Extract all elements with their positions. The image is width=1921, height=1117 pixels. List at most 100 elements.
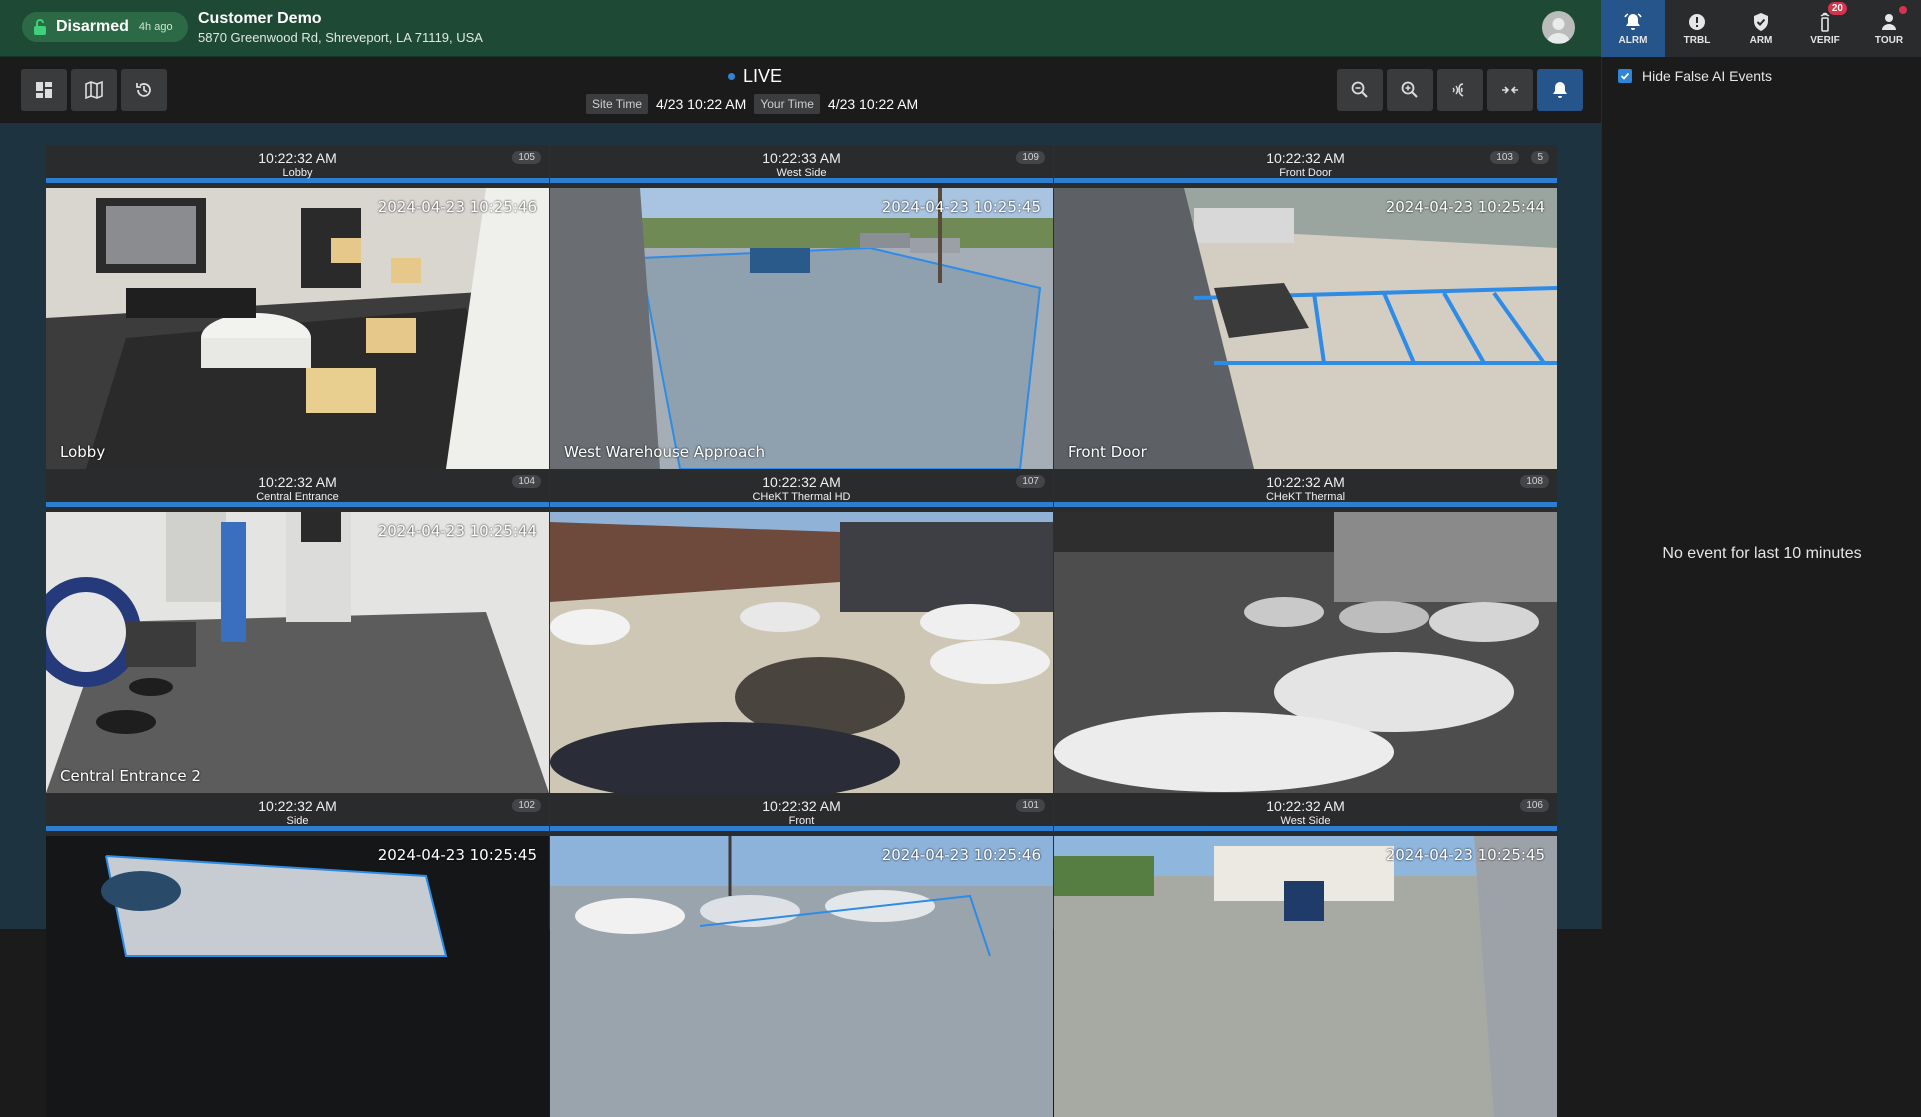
west-side-feed-image <box>1054 836 1557 1117</box>
camera-number: 106 <box>1520 799 1549 812</box>
camera-overlay-label: West Warehouse Approach <box>564 443 766 461</box>
camera-header: 10:22:32 AM Front Door 103 5 <box>1054 145 1557 183</box>
tab-verify[interactable]: VERIF 20 <box>1793 0 1857 57</box>
arm-status-pill[interactable]: Disarmed 4h ago <box>22 12 188 42</box>
grid-layout-button[interactable] <box>21 69 67 111</box>
camera-name: Front <box>788 815 815 827</box>
lobby-feed-image <box>46 188 549 469</box>
site-address: 5870 Greenwood Rd, Shreveport, LA 71119,… <box>198 30 483 45</box>
talk-down-button[interactable] <box>1437 69 1483 111</box>
site-time-label: Site Time <box>586 94 649 114</box>
hide-false-ai-label: Hide False AI Events <box>1642 68 1772 84</box>
camera-header: 10:22:32 AM CHeKT Thermal 108 <box>1054 469 1557 507</box>
camera-feed[interactable]: 2024-04-23 10:25:45 West Warehouse Appro… <box>550 188 1053 469</box>
camera-tile[interactable]: 10:22:32 AM CHeKT Thermal HD 107 <box>550 469 1053 793</box>
tab-alarm[interactable]: ALRM <box>1601 0 1665 57</box>
camera-timestamp: 2024-04-23 10:25:45 <box>881 198 1041 216</box>
camera-tile[interactable]: 10:22:32 AM Lobby 105 2024-04-23 10:25:4… <box>46 145 549 469</box>
history-icon <box>136 83 151 97</box>
shield-check-icon <box>1754 12 1768 31</box>
verify-count-badge: 20 <box>1827 2 1847 15</box>
camera-name: Lobby <box>282 167 313 179</box>
west-approach-feed-image <box>550 188 1053 469</box>
hide-false-ai-toggle[interactable]: Hide False AI Events <box>1618 68 1772 84</box>
tab-trouble-label: TRBL <box>1683 34 1711 46</box>
camera-tile[interactable]: 10:22:32 AM West Side 106 2024-04-23 10:… <box>1054 793 1557 1117</box>
bell-icon <box>1624 12 1642 30</box>
history-button[interactable] <box>121 69 167 111</box>
unlock-icon <box>34 19 46 35</box>
camera-feed[interactable] <box>1054 512 1557 793</box>
alarm-notify-button[interactable] <box>1537 69 1583 111</box>
camera-time: 10:22:32 AM <box>762 798 841 814</box>
tour-notification-dot <box>1899 6 1907 14</box>
map-button[interactable] <box>71 69 117 111</box>
camera-time: 10:22:32 AM <box>1266 474 1345 490</box>
camera-number: 104 <box>512 475 541 488</box>
camera-header: 10:22:33 AM West Side 109 <box>550 145 1053 183</box>
collapse-button[interactable] <box>1487 69 1533 111</box>
camera-tile[interactable]: 10:22:32 AM Central Entrance 104 2024-04… <box>46 469 549 793</box>
camera-number: 108 <box>1520 475 1549 488</box>
event-tabs: ALRM TRBL ARM VERIF 20 TOUR <box>1601 0 1921 57</box>
parking-lot-feed-image <box>550 512 1053 793</box>
tab-trouble[interactable]: TRBL <box>1665 0 1729 57</box>
avatar[interactable] <box>1542 11 1575 44</box>
empty-events-message: No event for last 10 minutes <box>1662 545 1862 562</box>
person-icon <box>1882 13 1896 30</box>
camera-name: Central Entrance <box>256 491 339 503</box>
camera-timestamp: 2024-04-23 10:25:46 <box>377 198 537 216</box>
thermal-feed-image <box>1054 512 1557 793</box>
event-count-badge: 5 <box>1531 151 1549 164</box>
camera-header: 10:22:32 AM Side 102 <box>46 793 549 831</box>
camera-tile[interactable]: 10:22:32 AM Front 101 2024-04-23 10:25:4… <box>550 793 1053 1117</box>
arm-status-text: Disarmed <box>56 18 129 35</box>
live-label: LIVE <box>743 66 783 86</box>
camera-name: Side <box>286 815 309 827</box>
event-panel: Hide False AI Events No event for last 1… <box>1601 57 1921 929</box>
camera-grid-area: 10:22:32 AM Lobby 105 2024-04-23 10:25:4… <box>0 123 1601 1117</box>
zoom-in-button[interactable] <box>1387 69 1433 111</box>
camera-feed[interactable]: 2024-04-23 10:25:44 Front Door <box>1054 188 1557 469</box>
camera-feed[interactable]: 2024-04-23 10:25:44 Central Entrance 2 <box>46 512 549 793</box>
camera-timestamp: 2024-04-23 10:25:45 <box>377 846 537 864</box>
front-door-feed-image <box>1054 188 1557 469</box>
alert-circle-icon <box>1689 13 1705 30</box>
video-toolbar: LIVE Site Time 4/23 10:22 AM Your Time 4… <box>0 57 1601 123</box>
camera-feed[interactable]: 2024-04-23 10:25:45 <box>1054 836 1557 1117</box>
check-icon <box>1620 72 1630 80</box>
central-entrance-feed-image <box>46 512 549 793</box>
tab-alarm-label: ALRM <box>1618 34 1648 46</box>
camera-number: 102 <box>512 799 541 812</box>
camera-grid: 10:22:32 AM Lobby 105 2024-04-23 10:25:4… <box>46 145 1557 1117</box>
camera-feed[interactable]: 2024-04-23 10:25:46 Lobby <box>46 188 549 469</box>
camera-timestamp: 2024-04-23 10:25:45 <box>1385 846 1545 864</box>
camera-tile[interactable]: 10:22:33 AM West Side 109 2024-04-23 10:… <box>550 145 1053 469</box>
your-time-value: 4/23 10:22 AM <box>827 96 919 112</box>
camera-feed[interactable]: 2024-04-23 10:25:45 <box>46 836 549 1117</box>
camera-overlay-label: Front Door <box>1068 443 1147 461</box>
zoom-in-icon <box>1401 81 1418 98</box>
hide-false-ai-checkbox[interactable] <box>1618 69 1632 83</box>
camera-header: 10:22:32 AM Lobby 105 <box>46 145 549 183</box>
camera-tile[interactable]: 10:22:32 AM CHeKT Thermal 108 <box>1054 469 1557 793</box>
zoom-out-button[interactable] <box>1337 69 1383 111</box>
camera-feed[interactable]: 2024-04-23 10:25:46 <box>550 836 1053 1117</box>
camera-time: 10:22:32 AM <box>258 150 337 166</box>
tab-arm[interactable]: ARM <box>1729 0 1793 57</box>
camera-feed[interactable] <box>550 512 1053 793</box>
camera-name: CHeKT Thermal HD <box>752 491 851 503</box>
camera-time: 10:22:32 AM <box>258 798 337 814</box>
camera-time: 10:22:33 AM <box>762 150 841 166</box>
camera-overlay-label: Central Entrance 2 <box>60 767 201 785</box>
camera-tile[interactable]: 10:22:32 AM Side 102 2024-04-23 10:25:45 <box>46 793 549 1117</box>
your-time-label: Your Time <box>754 94 820 114</box>
camera-name: Front Door <box>1279 167 1332 179</box>
arrows-inward-icon <box>1502 86 1518 94</box>
camera-header: 10:22:32 AM CHeKT Thermal HD 107 <box>550 469 1053 507</box>
camera-number: 109 <box>1016 151 1045 164</box>
bell-icon <box>1553 82 1567 98</box>
tab-tour[interactable]: TOUR <box>1857 0 1921 57</box>
camera-number: 103 <box>1490 151 1519 164</box>
camera-tile[interactable]: 10:22:32 AM Front Door 103 5 2024-04-23 … <box>1054 145 1557 469</box>
